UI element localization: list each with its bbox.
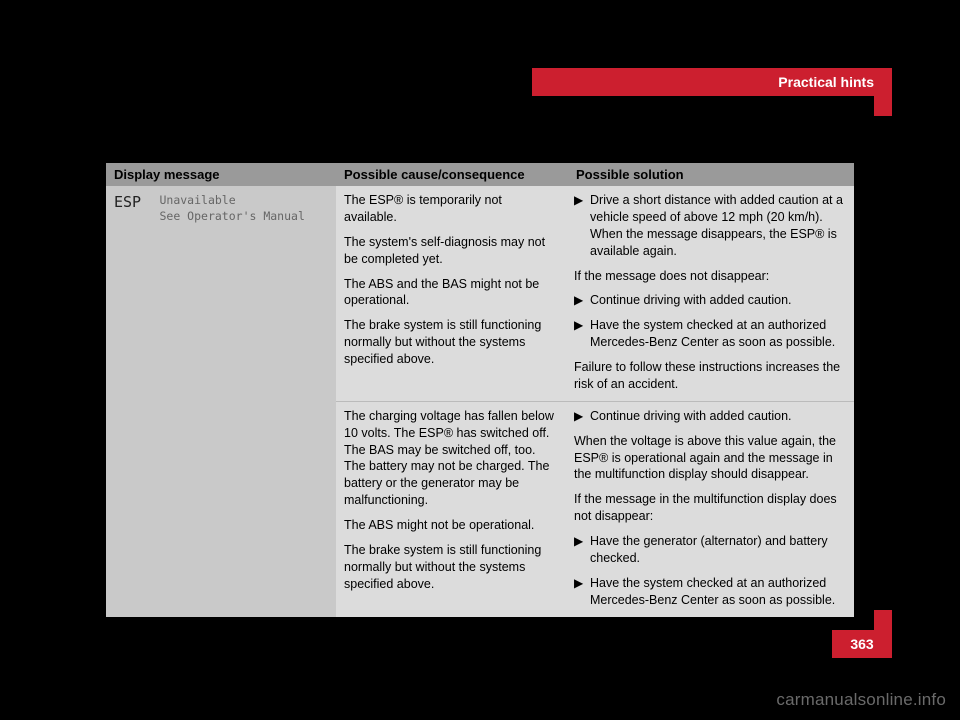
watermark: carmanualsonline.info [776, 690, 946, 710]
list-item: ▶ Have the system checked at an authoriz… [574, 317, 848, 351]
bullet-icon: ▶ [574, 292, 590, 309]
bullet-icon: ▶ [574, 408, 590, 425]
table-header-row: Display message Possible cause/consequen… [106, 163, 854, 186]
section-header-tab: Practical hints [532, 68, 892, 96]
list-item: ▶ Continue driving with added caution. [574, 292, 848, 309]
th-solution: Possible solution [568, 163, 854, 186]
solution-cell: ▶ Continue driving with added caution. W… [568, 402, 854, 617]
list-item: ▶ Have the generator (alternator) and ba… [574, 533, 848, 567]
section-title: Practical hints [778, 74, 874, 90]
cause-cell: The charging voltage has fallen below 10… [336, 402, 568, 617]
solution-cell: ▶ Drive a short distance with added caut… [568, 186, 854, 401]
list-item: ▶ Drive a short distance with added caut… [574, 192, 848, 260]
message-code: ESP [114, 192, 156, 212]
bullet-icon: ▶ [574, 192, 590, 260]
display-message-cell: ESP Unavailable See Operator's Manual [106, 186, 336, 617]
cause-cell: The ESP® is temporarily not available. T… [336, 186, 568, 401]
list-item: ▶ Have the system checked at an authoriz… [574, 575, 848, 609]
page-number-box: 363 [832, 630, 892, 658]
th-display-message: Display message [106, 163, 336, 186]
th-cause: Possible cause/consequence [336, 163, 568, 186]
table-row: The ESP® is temporarily not available. T… [336, 186, 854, 401]
troubleshooting-table: Display message Possible cause/consequen… [106, 163, 854, 617]
bullet-icon: ▶ [574, 317, 590, 351]
table-row: The charging voltage has fallen below 10… [336, 401, 854, 617]
list-item: ▶ Continue driving with added caution. [574, 408, 848, 425]
message-subtext: Unavailable See Operator's Manual [159, 192, 304, 224]
bullet-icon: ▶ [574, 575, 590, 609]
cause-solution-rows: The ESP® is temporarily not available. T… [336, 186, 854, 617]
table-row: ESP Unavailable See Operator's Manual Th… [106, 186, 854, 617]
page-number: 363 [850, 636, 873, 652]
table-body: ESP Unavailable See Operator's Manual Th… [106, 186, 854, 617]
bullet-icon: ▶ [574, 533, 590, 567]
